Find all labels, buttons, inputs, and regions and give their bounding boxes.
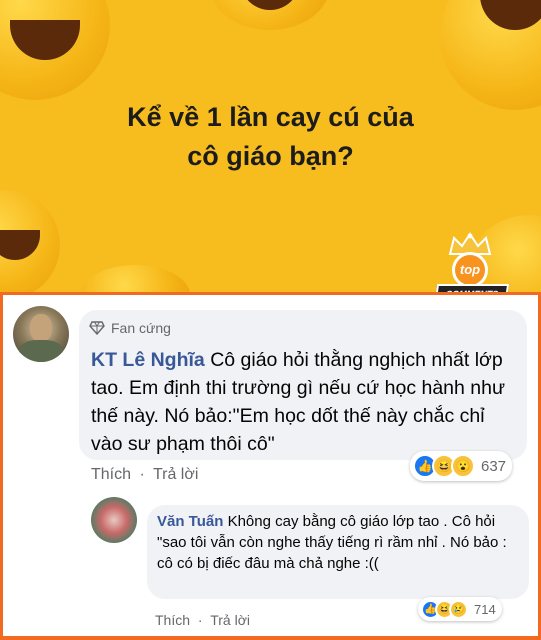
comment-actions: Thích · Trả lời — [91, 466, 198, 484]
reply-reactions[interactable]: 👍 😆 😢 714 — [418, 597, 502, 621]
post-image-banner: Kể về 1 lần cay cú của cô giáo bạn? top … — [0, 0, 541, 292]
reaction-count: 714 — [474, 601, 496, 617]
action-separator: · — [139, 466, 145, 483]
sad-icon: 😢 — [449, 599, 468, 619]
laughing-emoji-decoration — [440, 0, 541, 110]
laughing-emoji-decoration — [210, 0, 330, 30]
banner-title-line2: cô giáo bạn? — [187, 141, 354, 171]
reply-button[interactable]: Trả lời — [210, 612, 250, 628]
diamond-icon — [89, 321, 105, 335]
reply-body: Văn Tuấn Không cay bằng cô giáo lớp tao … — [157, 511, 521, 574]
comment-reactions[interactable]: 👍 😆 😮 637 — [410, 451, 513, 481]
wow-icon: 😮 — [451, 454, 475, 478]
badge-comments-text: COMMENTS — [434, 284, 510, 292]
comment-body: KT Lê Nghĩa Cô giáo hỏi thằng nghịch nhấ… — [91, 346, 519, 458]
banner-question-title: Kể về 1 lần cay cú của cô giáo bạn? — [0, 98, 541, 176]
comments-section: Fan cứng KT Lê Nghĩa Cô giáo hỏi thằng n… — [0, 292, 541, 640]
reply-button[interactable]: Trả lời — [153, 466, 198, 483]
top-comments-logo: top COMMENTS — [430, 232, 512, 292]
comment-bubble: Fan cứng KT Lê Nghĩa Cô giáo hỏi thằng n… — [79, 310, 527, 460]
like-button[interactable]: Thích — [91, 466, 131, 483]
laughing-emoji-decoration — [0, 190, 60, 292]
fan-badge: Fan cứng — [89, 320, 171, 336]
laughing-emoji-decoration — [80, 265, 190, 292]
fan-badge-label: Fan cứng — [111, 320, 171, 336]
reply-bubble: Văn Tuấn Không cay bằng cô giáo lớp tao … — [147, 505, 529, 599]
avatar[interactable] — [91, 497, 137, 543]
banner-title-line1: Kể về 1 lần cay cú của — [127, 102, 414, 132]
reply-actions: Thích · Trả lời — [155, 612, 250, 628]
like-button[interactable]: Thích — [155, 612, 190, 628]
badge-top-text: top — [452, 252, 488, 288]
action-separator: · — [197, 612, 203, 628]
comment-author-link[interactable]: KT Lê Nghĩa — [91, 349, 205, 371]
avatar[interactable] — [13, 306, 69, 362]
laughing-emoji-decoration — [0, 0, 110, 100]
reply-author-link[interactable]: Văn Tuấn — [157, 513, 223, 530]
reaction-count: 637 — [481, 457, 507, 475]
